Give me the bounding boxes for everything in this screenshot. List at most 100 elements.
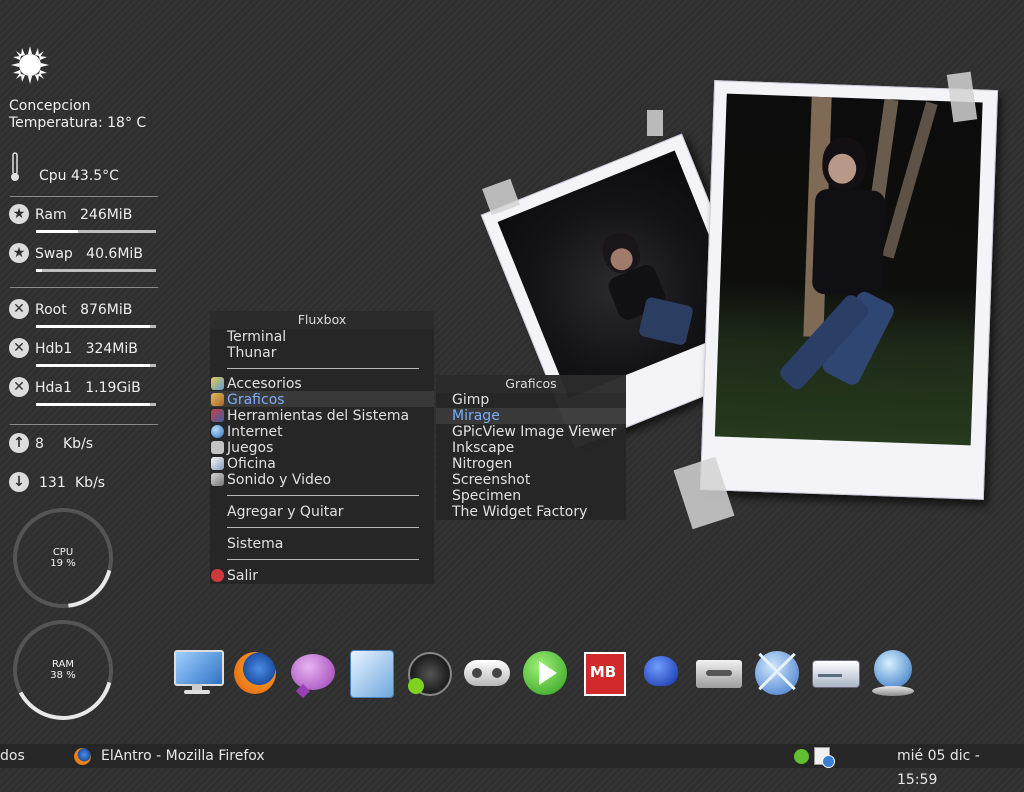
- menu-title: Fluxbox: [210, 311, 434, 329]
- hdb1-bar: [36, 364, 156, 367]
- accessories-icon: [211, 377, 224, 390]
- photo-right-image: [714, 93, 983, 446]
- hda1-bar: [36, 403, 156, 406]
- root-bar: [36, 325, 156, 328]
- swap-row: Swap 40.6MiB: [35, 246, 143, 262]
- menu-item-salir[interactable]: Salir: [227, 568, 258, 584]
- ram-gauge-title: RAM: [51, 659, 74, 670]
- clock-tray-icon[interactable]: [822, 755, 835, 768]
- monitor-icon[interactable]: [172, 648, 224, 698]
- photo-right: [699, 80, 999, 500]
- submenu-item-gimp[interactable]: Gimp: [452, 392, 489, 408]
- task-firefox[interactable]: ElAntro - Mozilla Firefox: [101, 744, 265, 768]
- media-player-icon[interactable]: [404, 648, 454, 698]
- menu-item-accesorios[interactable]: Accesorios: [227, 376, 302, 392]
- sound-video-icon: [211, 473, 224, 486]
- atom-icon[interactable]: [752, 648, 802, 698]
- power-icon: [211, 569, 224, 582]
- ram-gauge-percent: 38 %: [50, 670, 76, 681]
- ram-row: Ram 246MiB: [35, 207, 132, 223]
- menu-separator: [227, 368, 419, 369]
- menu-item-herramientas[interactable]: Herramientas del Sistema: [227, 408, 409, 424]
- menu-item-sonido[interactable]: Sonido y Video: [227, 472, 331, 488]
- swap-bar-fill: [36, 269, 42, 272]
- cpu-gauge-label: CPU 19 %: [33, 547, 93, 569]
- office-icon: [211, 457, 224, 470]
- gamepad-icon[interactable]: [462, 648, 512, 698]
- weather-city: Concepcion: [9, 98, 91, 114]
- star-icon: ★: [9, 204, 29, 224]
- cassette-icon[interactable]: [694, 648, 744, 698]
- arrow-down-icon: ↓: [9, 472, 29, 492]
- cpu-gauge-percent: 19 %: [50, 558, 76, 569]
- menu-separator: [227, 527, 419, 528]
- arrow-up-icon: ↑: [9, 433, 29, 453]
- ram-bar: [36, 230, 156, 233]
- hda1-row: Hda1 1.19GiB: [35, 380, 141, 396]
- firefox-icon[interactable]: [230, 648, 280, 698]
- frog-icon[interactable]: [636, 648, 686, 698]
- hdb1-row: Hdb1 324MiB: [35, 341, 138, 357]
- menu-item-oficina[interactable]: Oficina: [227, 456, 276, 472]
- hda1-value: 1.19GiB: [85, 380, 141, 396]
- close-circle-icon: ✕: [9, 299, 29, 319]
- ram-bar-fill: [36, 230, 78, 233]
- close-circle-icon: ✕: [9, 377, 29, 397]
- menu-item-graficos[interactable]: Graficos: [227, 392, 285, 408]
- submenu-item-gpicview[interactable]: GPicView Image Viewer: [452, 424, 616, 440]
- taskbar: dos ElAntro - Mozilla Firefox mié 05 dic…: [0, 744, 1024, 788]
- hdb1-label: Hdb1: [35, 341, 73, 357]
- submenu-item-nitrogen[interactable]: Nitrogen: [452, 456, 512, 472]
- hda1-label: Hda1: [35, 380, 72, 396]
- hdb1-value: 324MiB: [85, 341, 138, 357]
- net-up-unit: Kb/s: [63, 436, 94, 452]
- cpu-gauge-title: CPU: [52, 547, 74, 558]
- internet-globe-icon: [211, 425, 224, 438]
- pidgin-icon[interactable]: [288, 648, 338, 699]
- menu-separator: [227, 559, 419, 560]
- submenu-title: Graficos: [436, 375, 626, 393]
- root-value: 876MiB: [80, 302, 133, 318]
- menu-separator: [227, 495, 419, 496]
- games-gamepad-icon: [211, 441, 224, 454]
- menu-item-agregar[interactable]: Agregar y Quitar: [227, 504, 344, 520]
- divider: [10, 287, 158, 288]
- hdb1-bar-fill: [36, 364, 150, 367]
- net-down-unit: Kb/s: [75, 475, 106, 491]
- clock[interactable]: mié 05 dic - 15:59: [897, 744, 1024, 792]
- close-circle-icon: ✕: [9, 338, 29, 358]
- workspace-name[interactable]: dos: [0, 744, 25, 768]
- submenu-item-mirage[interactable]: Mirage: [452, 408, 500, 424]
- menu-item-juegos[interactable]: Juegos: [227, 440, 273, 456]
- cpu-temperature: Cpu 43.5°C: [39, 168, 119, 184]
- hda1-bar-fill: [36, 403, 150, 406]
- menu-item-internet[interactable]: Internet: [227, 424, 283, 440]
- submenu-item-screenshot[interactable]: Screenshot: [452, 472, 530, 488]
- divider: [10, 424, 158, 425]
- graphics-palette-icon: [211, 393, 224, 406]
- drive-icon[interactable]: [810, 648, 860, 698]
- submenu-item-inkscape[interactable]: Inkscape: [452, 440, 514, 456]
- menu-item-terminal[interactable]: Terminal: [227, 329, 286, 345]
- media-play-tray-icon[interactable]: [794, 749, 809, 764]
- play-icon[interactable]: [520, 648, 570, 698]
- root-label: Root: [35, 302, 67, 318]
- thermometer-icon: [11, 152, 19, 181]
- submenu-item-widget-factory[interactable]: The Widget Factory: [452, 504, 587, 520]
- swap-bar: [36, 269, 156, 272]
- weather-info: Concepcion Temperatura: 18° C: [9, 98, 146, 132]
- network-globe-icon[interactable]: [868, 648, 918, 698]
- net-up-value: 8: [35, 436, 44, 452]
- net-down-value: 131: [39, 475, 66, 491]
- office-writer-icon[interactable]: [346, 648, 396, 698]
- submenu-item-specimen[interactable]: Specimen: [452, 488, 521, 504]
- mb-icon[interactable]: MB: [578, 648, 628, 698]
- root-row: Root 876MiB: [35, 302, 132, 318]
- fluxbox-menu: Fluxbox Terminal Thunar Accesorios Grafi…: [210, 311, 434, 584]
- root-bar-fill: [36, 325, 150, 328]
- weather-temperature: Temperatura: 18° C: [9, 115, 147, 131]
- swap-value: 40.6MiB: [86, 246, 143, 262]
- system-tools-icon: [211, 409, 224, 422]
- menu-item-sistema[interactable]: Sistema: [227, 536, 283, 552]
- menu-item-thunar[interactable]: Thunar: [227, 345, 277, 361]
